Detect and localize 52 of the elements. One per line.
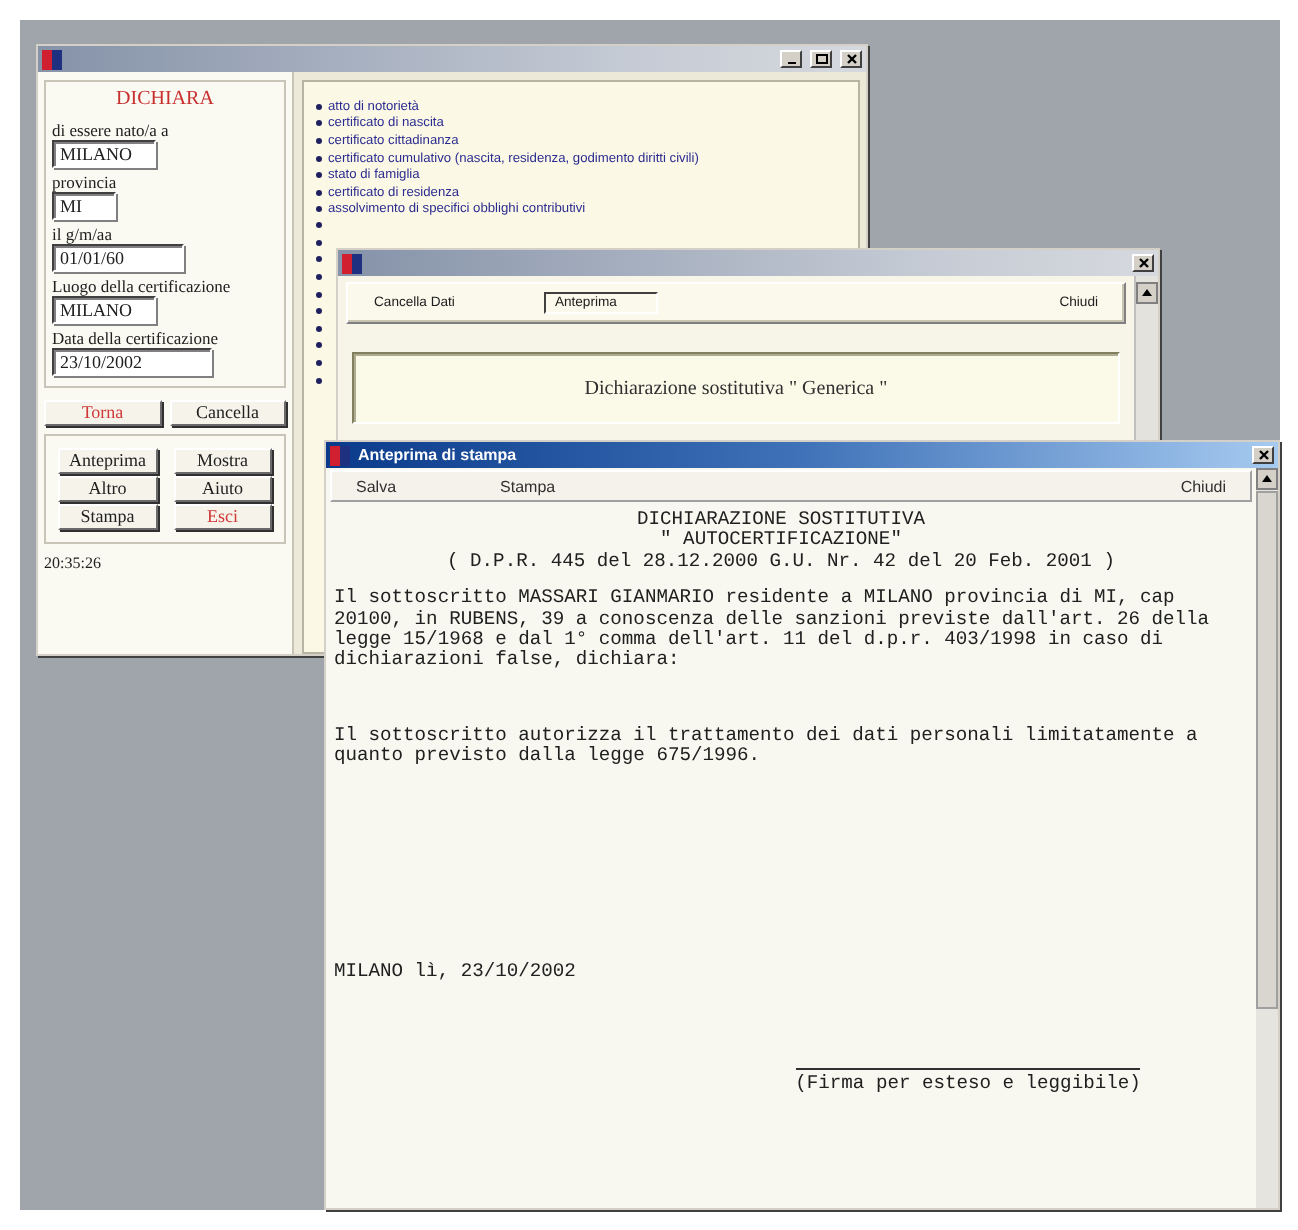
field-label: Luogo della certificazione: [52, 276, 233, 296]
form-heading: DICHIARA: [114, 88, 216, 110]
action-button[interactable]: Stampa: [58, 504, 157, 530]
clock-time: 20:35:26: [44, 554, 103, 572]
toolbar-button[interactable]: Chiudi: [1176, 477, 1230, 495]
toolbar-button[interactable]: Stampa: [496, 477, 560, 495]
action-button[interactable]: Aiuto: [173, 476, 272, 502]
document-caption: Dichiarazione sostitutiva " Generica ": [352, 352, 1120, 424]
nav-button[interactable]: Cancella: [169, 400, 286, 426]
close-icon: [845, 54, 857, 64]
action-button[interactable]: Altro: [58, 476, 157, 502]
input-field[interactable]: 01/01/60: [52, 244, 184, 272]
document-paragraph: Il sottoscritto autorizza il trattamento dei dati personali limitatamente a quanto previsto dalla legge 675/1996.: [334, 725, 1200, 768]
close-button[interactable]: [840, 50, 862, 68]
close-icon: [1137, 258, 1149, 268]
document-paragraph: Il sottoscritto MASSARI GIANMARIO residente a MILANO provincia di MI, cap 20100, in RUBENS, 39 a conoscenza delle sanzioni previste dall'art. 26 della legge 15/1968 e dal 1° comma dell'art. 11 del d.p.r. 403/1998 in caso di dichiarazioni false, dichiara:: [334, 588, 1212, 672]
close-icon: [1257, 450, 1269, 460]
action-button[interactable]: Anteprima: [58, 448, 157, 474]
signature-caption: (Firma per esteso e leggibile): [795, 1074, 1141, 1095]
nav-button[interactable]: Torna: [44, 400, 161, 426]
input-field[interactable]: MI: [52, 192, 116, 220]
action-button[interactable]: Esci: [173, 504, 272, 530]
maximize-icon: [815, 54, 827, 64]
app-icon: [330, 445, 350, 465]
input-field[interactable]: MILANO: [52, 296, 156, 324]
bullet-icon: [316, 206, 322, 213]
close-button[interactable]: [1252, 446, 1274, 464]
document-heading: DICHIARAZIONE SOSTITUTIVA: [635, 510, 927, 530]
document-heading: ( D.P.R. 445 del 28.12.2000 G.U. Nr. 42 del 20 Feb. 2001 ): [445, 551, 1117, 573]
toolbar-button[interactable]: Salva: [352, 477, 401, 495]
minimize-button[interactable]: [780, 50, 802, 68]
bullet-icon: [316, 172, 322, 179]
bullet-icon: [316, 137, 322, 144]
input-field[interactable]: 23/10/2002: [52, 348, 212, 376]
bullet-icon: [316, 155, 322, 162]
input-field[interactable]: MILANO: [52, 140, 156, 168]
place-date: MILANO lì, 23/10/2002: [334, 961, 578, 983]
document-heading: " AUTOCERTIFICAZIONE": [658, 530, 904, 552]
bullet-icon: [316, 120, 322, 127]
close-button[interactable]: [1132, 254, 1154, 272]
field-label: il g/m/aa: [52, 224, 114, 244]
app-icon: [342, 253, 362, 273]
scrollbar[interactable]: [1256, 468, 1278, 1208]
action-button[interactable]: Mostra: [173, 448, 272, 474]
field-label: Data della certificazione: [52, 328, 221, 348]
window-title: Anteprima di stampa: [358, 446, 519, 464]
bullet-icon: [316, 189, 322, 196]
app-icon: [42, 49, 62, 69]
field-label: di essere nato/a a: [52, 120, 171, 140]
field-label: provincia: [52, 172, 119, 192]
bullet-icon: [316, 103, 322, 110]
maximize-button[interactable]: [810, 50, 832, 68]
